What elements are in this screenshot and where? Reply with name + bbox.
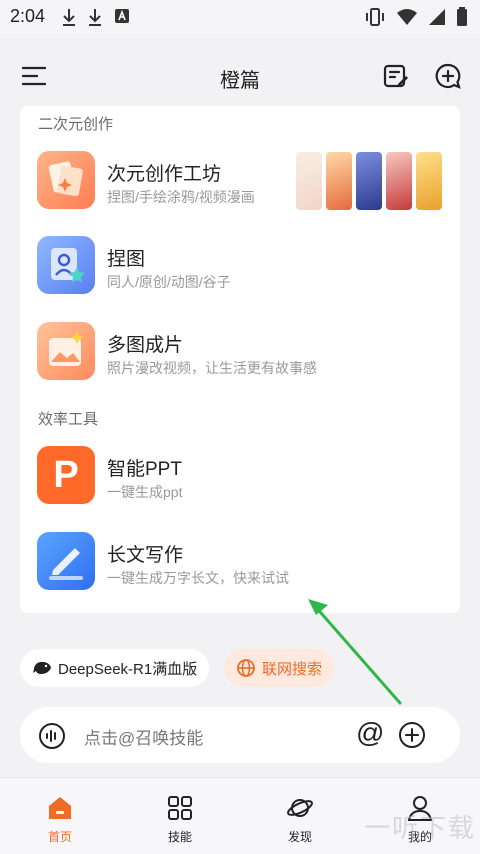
download-icon <box>63 9 75 26</box>
thumbnail-image <box>326 152 352 210</box>
new-chat-icon[interactable] <box>432 60 464 92</box>
wifi-icon <box>397 9 417 25</box>
add-plus-icon[interactable] <box>398 721 426 749</box>
top-bar: 橙篇 <box>0 46 480 106</box>
battery-icon <box>457 7 467 26</box>
voice-input-icon[interactable] <box>38 722 66 750</box>
portrait-star-icon <box>37 236 95 294</box>
model-label: DeepSeek-R1满血版 <box>58 660 198 678</box>
thumbnail-image <box>356 152 382 210</box>
landscape-sparkle-icon <box>37 322 95 380</box>
anime-thumbnails <box>296 152 442 210</box>
tab-skills[interactable]: 技能 <box>120 778 240 854</box>
feature-multi-image-video[interactable]: 多图成片 照片漫改视频，让生活更有故事感 <box>37 322 457 384</box>
anime-workshop-icon <box>37 151 95 209</box>
status-time: 2:04 <box>10 6 46 26</box>
notes-edit-icon[interactable] <box>380 60 412 92</box>
feature-pinch-image[interactable]: 捏图 同人/原创/动图/谷子 <box>37 236 457 298</box>
feature-title: 捏图 <box>107 249 146 270</box>
tab-label: 首页 <box>47 830 72 844</box>
keyboard-a-icon <box>115 9 129 23</box>
feature-subtitle: 一键生成万字长文，快来试试 <box>107 570 289 586</box>
home-icon <box>49 797 71 819</box>
mention-at-button[interactable]: @ <box>356 717 384 749</box>
web-search-label: 联网搜索 <box>262 660 323 678</box>
vibrate-icon <box>366 8 384 26</box>
signal-icon <box>429 9 445 25</box>
thumbnail-image <box>416 152 442 210</box>
feature-subtitle: 捏图/手绘涂鸦/视频漫画 <box>107 189 255 205</box>
thumbnail-image <box>296 152 322 210</box>
feature-subtitle: 照片漫改视频，让生活更有故事感 <box>107 360 317 376</box>
status-bar: 2:04 <box>0 0 480 34</box>
tab-discover[interactable]: 发现 <box>240 778 360 854</box>
feature-title: 次元创作工坊 <box>107 164 222 185</box>
feature-title: 长文写作 <box>107 545 184 566</box>
download-icon <box>89 9 101 26</box>
web-search-chip[interactable]: 联网搜索 <box>224 649 335 687</box>
globe-icon <box>237 659 255 677</box>
tab-home[interactable]: 首页 <box>0 778 120 854</box>
skills-grid-icon <box>168 796 192 820</box>
section-label: 二次元创作 <box>38 116 114 133</box>
ppt-icon: P <box>37 446 95 504</box>
feature-title: 多图成片 <box>107 335 184 356</box>
pen-writing-icon <box>37 532 95 590</box>
feature-long-writing[interactable]: 长文写作 一键生成万字长文，快来试试 <box>37 532 457 594</box>
feature-smart-ppt[interactable]: P 智能PPT 一键生成ppt <box>37 446 457 508</box>
feature-title: 智能PPT <box>107 459 182 480</box>
feature-subtitle: 一键生成ppt <box>107 484 183 500</box>
planet-icon <box>287 799 313 817</box>
thumbnail-image <box>386 152 412 210</box>
chat-input-placeholder[interactable]: 点击@召唤技能 <box>84 724 203 749</box>
tab-label: 发现 <box>287 830 312 844</box>
chat-input-bar[interactable]: 点击@召唤技能 @ <box>20 707 460 763</box>
model-selector-chip[interactable]: DeepSeek-R1满血版 <box>20 649 210 687</box>
section-label: 效率工具 <box>38 411 99 428</box>
feature-subtitle: 同人/原创/动图/谷子 <box>107 274 231 290</box>
watermark-logo: 一听下载 <box>363 813 476 843</box>
deepseek-whale-icon <box>33 661 51 674</box>
tab-label: 技能 <box>167 830 192 844</box>
